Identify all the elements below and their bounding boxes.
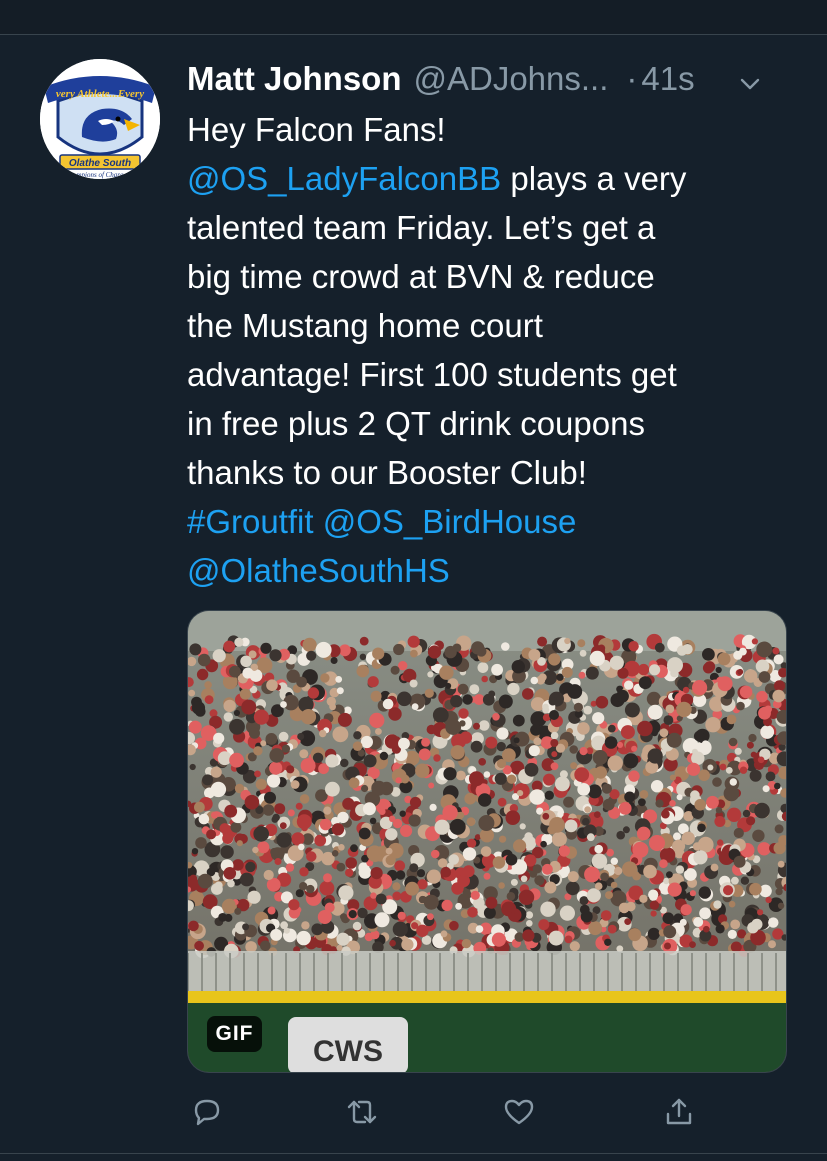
tweet-text-line: advantage! First 100 students get	[187, 356, 677, 393]
top-status-band	[0, 0, 827, 35]
tweet-text-line: the Mustang home court	[187, 307, 543, 344]
tweet-text-line: thanks to our Booster Club!	[187, 454, 587, 491]
chevron-down-icon[interactable]	[737, 67, 763, 93]
author-name[interactable]: Matt Johnson	[187, 60, 401, 98]
tweet-text-line: in free plus 2 QT drink coupons	[187, 405, 645, 442]
tweet-text-line: talented team Friday. Let’s get a	[187, 209, 656, 246]
mention-link[interactable]: @OS_BirdHouse	[314, 503, 577, 540]
heart-icon[interactable]	[499, 1092, 539, 1132]
olathe-south-logo: very Athlete...Every Olathe South mpions…	[40, 59, 160, 179]
tweet-timestamp[interactable]: 41s	[641, 60, 694, 98]
tweet-text-line: @OS_LadyFalconBB plays a very	[187, 154, 787, 203]
tweet-actions	[187, 1092, 707, 1132]
tweet-text: Hey Falcon Fans! @OS_LadyFalconBB plays …	[187, 105, 787, 595]
logo-bottom-text: mpions of Chara	[76, 171, 124, 179]
mention-link[interactable]: @OlatheSouthHS	[187, 552, 450, 589]
gif-media[interactable]: CWS GIF	[187, 610, 787, 1073]
tweet-text-line: #Groutfit @OS_BirdHouse	[187, 497, 787, 546]
tweet-text-line: Hey Falcon Fans!	[187, 111, 446, 148]
tweet[interactable]: very Athlete...Every Olathe South mpions…	[0, 35, 827, 1153]
bottom-divider	[0, 1153, 827, 1154]
crowd-gif-image: CWS	[188, 611, 786, 1072]
retweet-icon[interactable]	[342, 1092, 382, 1132]
mention-link[interactable]: @OS_LadyFalconBB	[187, 160, 501, 197]
gif-badge: GIF	[207, 1016, 262, 1052]
logo-banner-text: Olathe South	[69, 158, 131, 169]
logo-top-text: very Athlete...Every	[56, 88, 144, 100]
author-handle[interactable]: @ADJohns...	[413, 60, 608, 98]
share-icon[interactable]	[659, 1092, 699, 1132]
tweet-text-line: @OlatheSouthHS	[187, 546, 787, 595]
tweet-text-line: big time crowd at BVN & reduce	[187, 258, 655, 295]
hashtag-link[interactable]: #Groutfit	[187, 503, 314, 540]
tweet-header: Matt Johnson @ADJohns... · 41s	[187, 57, 797, 101]
text-segment: plays a very	[501, 160, 687, 197]
avatar[interactable]: very Athlete...Every Olathe South mpions…	[40, 59, 160, 179]
board-text: CWS	[313, 1035, 383, 1068]
header-separator: ·	[626, 60, 638, 97]
reply-icon[interactable]	[187, 1092, 227, 1132]
